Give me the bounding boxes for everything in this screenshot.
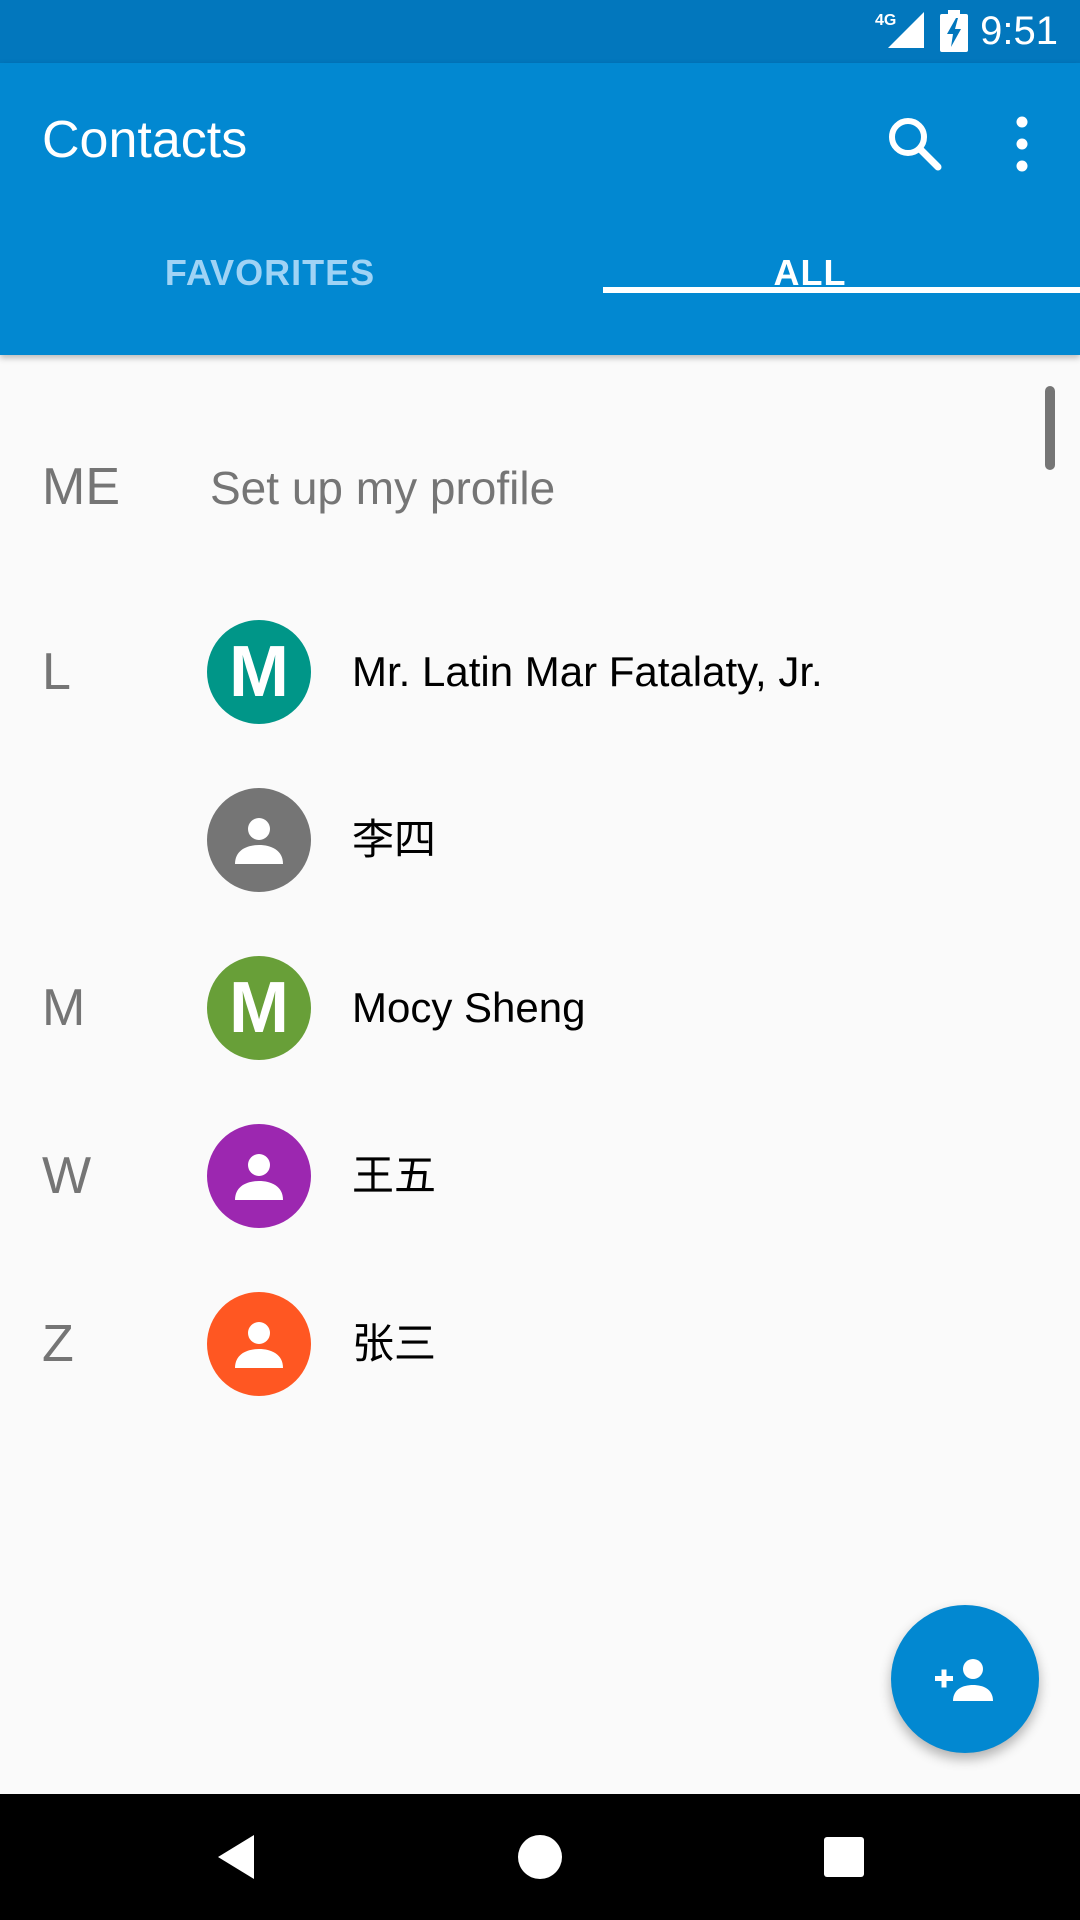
section-letter: Z	[42, 1315, 74, 1373]
battery-charging-icon	[940, 10, 968, 52]
section-letter: L	[42, 643, 71, 701]
more-options-button[interactable]	[990, 109, 1050, 179]
recents-button[interactable]	[814, 1827, 874, 1887]
section-letter-me: ME	[42, 458, 120, 516]
navigation-bar	[0, 1794, 1080, 1920]
avatar-initial: M	[229, 632, 289, 712]
avatar: M	[207, 956, 311, 1060]
contact-row[interactable]: Z 张三	[0, 1260, 1080, 1428]
person-icon	[235, 1322, 283, 1368]
person-icon	[235, 818, 283, 864]
contact-row[interactable]: L M Mr. Latin Mar Fatalaty, Jr.	[0, 588, 1080, 756]
tab-all[interactable]: ALL	[540, 238, 1080, 355]
back-icon	[218, 1835, 254, 1879]
recents-icon	[824, 1837, 864, 1877]
contact-row[interactable]: M M Mocy Sheng	[0, 924, 1080, 1092]
search-icon	[889, 118, 942, 171]
add-contact-button[interactable]	[891, 1605, 1039, 1753]
avatar: M	[207, 620, 311, 724]
more-vert-icon	[1016, 116, 1028, 172]
section-letter: W	[42, 1147, 92, 1205]
contact-row[interactable]: 李四	[0, 756, 1080, 924]
add-person-icon	[935, 1659, 993, 1701]
contact-name: Mr. Latin Mar Fatalaty, Jr.	[352, 648, 823, 695]
home-button[interactable]	[510, 1827, 570, 1887]
page-title: Contacts	[42, 111, 248, 169]
contact-name: 王五	[352, 1152, 437, 1199]
status-time: 9:51	[980, 9, 1058, 53]
avatar-initial: M	[229, 968, 289, 1048]
avatar	[207, 788, 311, 892]
signal-icon	[888, 12, 924, 48]
scrollbar-thumb[interactable]	[1045, 386, 1055, 470]
search-button[interactable]	[880, 109, 950, 179]
app-bar: Contacts FAVORITES ALL	[0, 63, 1080, 355]
contact-name: Mocy Sheng	[352, 984, 586, 1031]
status-bar: 4G 9:51	[0, 0, 1080, 63]
back-button[interactable]	[206, 1827, 266, 1887]
tab-favorites[interactable]: FAVORITES	[0, 238, 540, 355]
tab-indicator	[603, 287, 1080, 293]
contact-name: 张三	[352, 1320, 437, 1367]
contact-name: 李四	[352, 816, 437, 863]
person-icon	[235, 1154, 283, 1200]
avatar	[207, 1124, 311, 1228]
contact-row[interactable]: W 王五	[0, 1092, 1080, 1260]
home-icon	[518, 1835, 562, 1879]
avatar	[207, 1292, 311, 1396]
section-letter: M	[42, 979, 86, 1037]
setup-profile-link[interactable]: Set up my profile	[210, 458, 555, 518]
